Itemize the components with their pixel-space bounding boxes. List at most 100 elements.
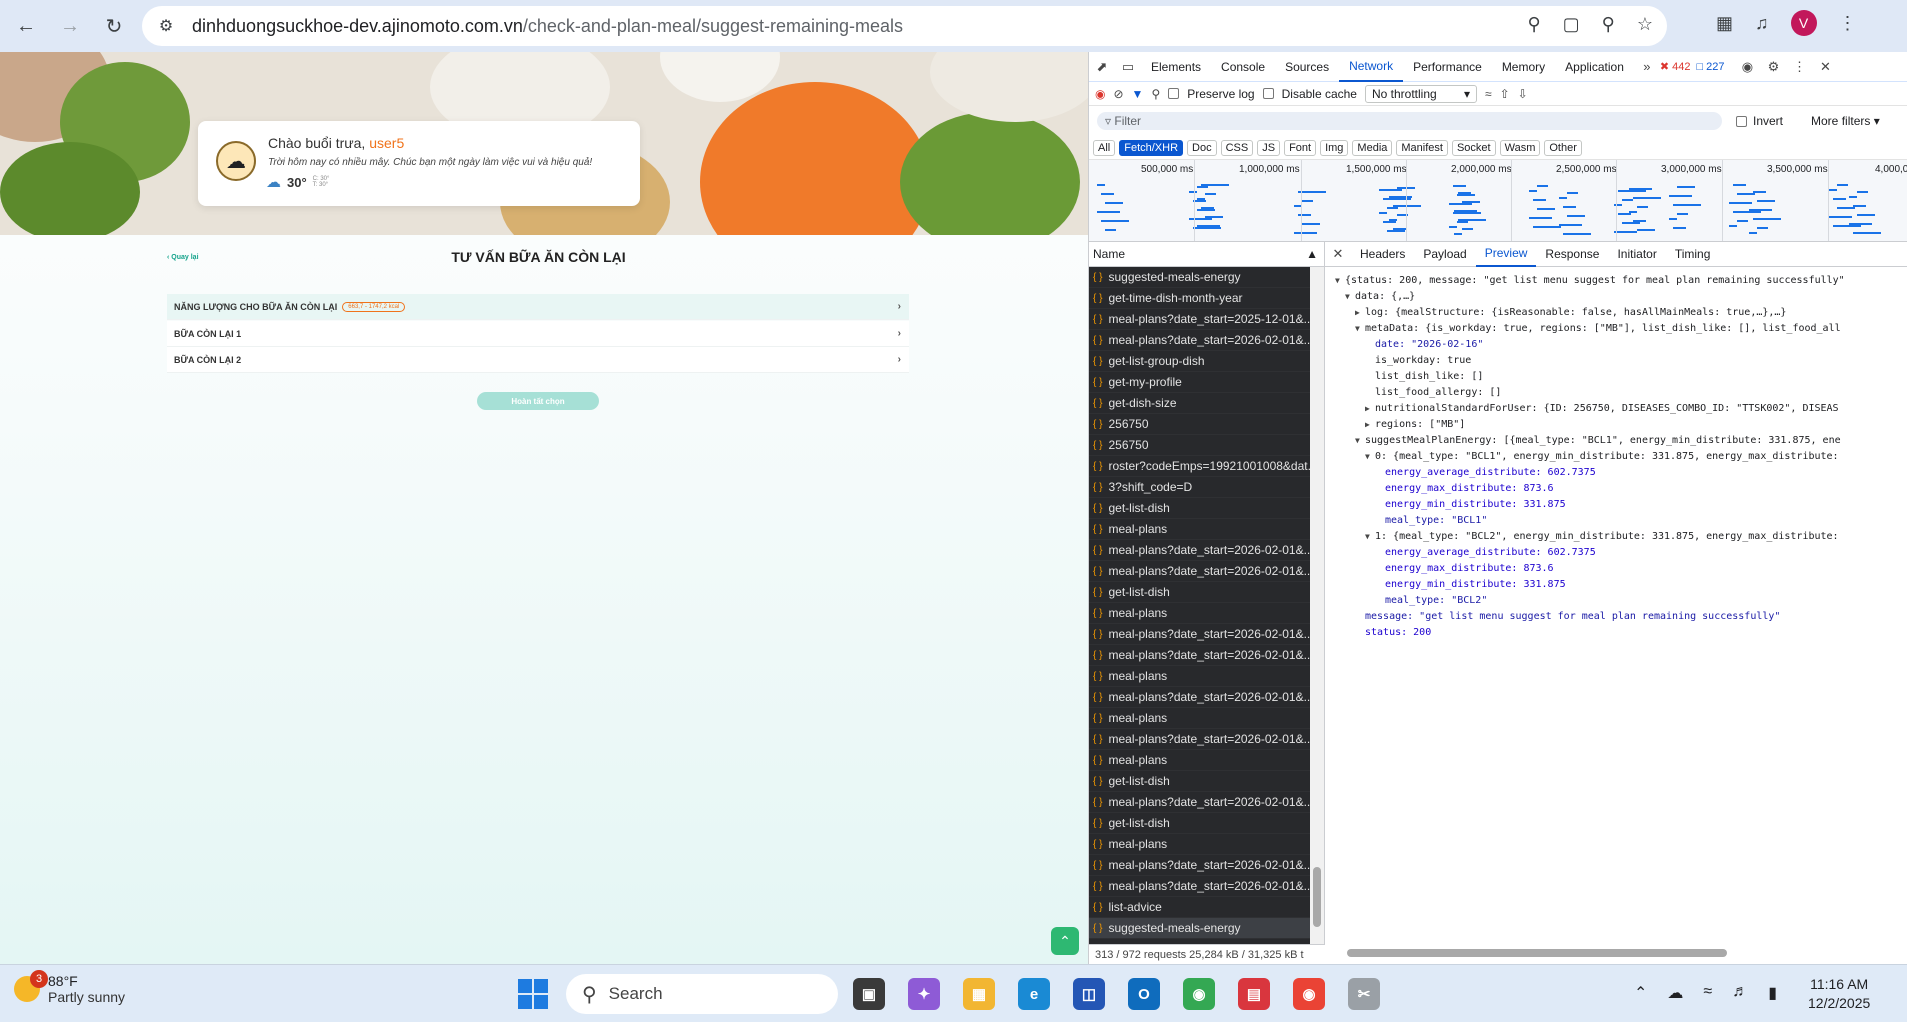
request-row[interactable]: { } 3?shift_code=D — [1089, 477, 1311, 498]
more-filters-dropdown[interactable]: More filters ▾ — [1811, 114, 1880, 128]
download-icon[interactable]: ⇩ — [1518, 87, 1528, 101]
preview-line[interactable]: ▼ data: {,…} — [1335, 289, 1907, 305]
wifi-conditions-icon[interactable]: ≈ — [1485, 87, 1492, 101]
chrome-icon[interactable]: ◉ — [1183, 978, 1215, 1010]
snipping-tool-icon[interactable]: ✂ — [1348, 978, 1380, 1010]
windows-start-icon[interactable] — [518, 979, 548, 1009]
extensions-icon[interactable]: ▦ — [1716, 13, 1733, 34]
tab-headers[interactable]: Headers — [1351, 242, 1414, 267]
install-app-icon[interactable]: ▢ — [1563, 14, 1580, 35]
filter-img[interactable]: Img — [1320, 139, 1349, 156]
request-row[interactable]: { } suggested-meals-energy — [1089, 918, 1311, 939]
settings-gear-icon[interactable]: ⚙ — [1760, 59, 1786, 75]
upload-icon[interactable]: ⇧ — [1500, 87, 1510, 101]
battery-icon[interactable]: ▮ — [1768, 983, 1777, 1003]
request-row[interactable]: { } meal-plans?date_start=2025-12-01&... — [1089, 309, 1311, 330]
address-bar[interactable]: ⚙ dinhduongsuckhoe-dev.ajinomoto.com.vn/… — [142, 6, 1667, 46]
request-row[interactable]: { } meal-plans — [1089, 603, 1311, 624]
request-row[interactable]: { } meal-plans — [1089, 750, 1311, 771]
json-preview[interactable]: ▼ {status: 200, message: "get list menu s… — [1325, 267, 1907, 641]
request-row[interactable]: { } list-advice — [1089, 897, 1311, 918]
preserve-log-checkbox[interactable] — [1168, 88, 1180, 99]
tab-memory[interactable]: Memory — [1492, 52, 1555, 82]
request-row[interactable]: { } get-list-dish — [1089, 771, 1311, 792]
preview-line[interactable]: ▼ 1: {meal_type: "BCL2", energy_min_distr… — [1335, 529, 1907, 545]
throttling-select[interactable]: No throttling ▾ — [1364, 84, 1477, 103]
request-row[interactable]: { } get-time-dish-month-year — [1089, 288, 1311, 309]
filter-wasm[interactable]: Wasm — [1499, 139, 1541, 156]
filter-media[interactable]: Media — [1352, 139, 1393, 156]
request-list-scrollbar[interactable] — [1310, 267, 1324, 944]
weather-widget[interactable]: 3 88°F Partly sunny — [14, 970, 125, 1005]
preview-line[interactable]: ▶ nutritionalStandardForUser: {ID: 256750… — [1335, 401, 1907, 417]
device-toggle-icon[interactable]: ▭ — [1115, 59, 1141, 75]
tab-timing[interactable]: Timing — [1666, 242, 1720, 267]
filter-css[interactable]: CSS — [1220, 139, 1254, 156]
close-detail-icon[interactable]: ✕ — [1325, 246, 1351, 262]
preview-line[interactable]: ▼ 0: {meal_type: "BCL1", energy_min_distr… — [1335, 449, 1907, 465]
tab-payload[interactable]: Payload — [1414, 242, 1475, 267]
request-row[interactable]: { } meal-plans?date_start=2026-02-01&... — [1089, 330, 1311, 351]
tab-performance[interactable]: Performance — [1403, 52, 1492, 82]
remote-app-icon[interactable]: ▤ — [1238, 978, 1270, 1010]
request-row[interactable]: { } meal-plans — [1089, 708, 1311, 729]
filter-all[interactable]: All — [1093, 139, 1116, 156]
warning-count[interactable]: □ 227 — [1696, 61, 1724, 73]
ai-assist-icon[interactable]: ◉ — [1734, 59, 1760, 75]
request-row[interactable]: { } get-list-dish — [1089, 813, 1311, 834]
request-row[interactable]: { } get-my-profile — [1089, 372, 1311, 393]
request-row[interactable]: { } meal-plans?date_start=2026-02-01&... — [1089, 645, 1311, 666]
copilot-icon[interactable]: ✦ — [908, 978, 940, 1010]
volume-icon[interactable]: ♬ — [1732, 983, 1748, 1003]
filter-other[interactable]: Other — [1544, 139, 1582, 156]
tab-elements[interactable]: Elements — [1141, 52, 1211, 82]
name-column-header[interactable]: Name ▲ — [1089, 242, 1324, 267]
request-row[interactable]: { } meal-plans — [1089, 834, 1311, 855]
tab-response[interactable]: Response — [1536, 242, 1608, 267]
preview-line[interactable]: ▶ log: {mealStructure: {isReasonable: fal… — [1335, 305, 1907, 321]
back-arrow-icon[interactable]: ← — [8, 8, 44, 44]
file-explorer-icon[interactable]: ▦ — [963, 978, 995, 1010]
inspect-icon[interactable]: ⬈ — [1089, 59, 1115, 75]
filter-manifest[interactable]: Manifest — [1396, 139, 1448, 156]
section-remaining-meal-1[interactable]: BỮA CÒN LẠI 1 › — [167, 321, 909, 347]
request-row[interactable]: { } meal-plans?date_start=2026-02-01&... — [1089, 876, 1311, 897]
filter-font[interactable]: Font — [1284, 139, 1317, 156]
request-row[interactable]: { } meal-plans?date_start=2026-02-01&... — [1089, 687, 1311, 708]
tab-initiator[interactable]: Initiator — [1608, 242, 1665, 267]
menu-kebab-icon[interactable]: ⋮ — [1839, 13, 1857, 34]
request-row[interactable]: { } meal-plans — [1089, 519, 1311, 540]
kebab-menu-icon[interactable]: ⋮ — [1786, 59, 1812, 75]
request-row[interactable]: { } get-list-dish — [1089, 498, 1311, 519]
network-timeline-overview[interactable]: 500,000 ms 1,000,000 ms 1,500,000 ms 2,0… — [1089, 160, 1907, 242]
disable-cache-checkbox[interactable] — [1262, 88, 1274, 99]
request-row[interactable]: { } suggested-meals-energy — [1089, 267, 1311, 288]
zoom-icon[interactable]: ⚲ — [1602, 14, 1615, 35]
system-clock[interactable]: 11:16 AM 12/2/2025 — [1808, 975, 1870, 1013]
section-energy[interactable]: NĂNG LƯỢNG CHO BỮA ĂN CÒN LẠI 663,7 - 17… — [167, 294, 909, 320]
tab-console[interactable]: Console — [1211, 52, 1275, 82]
close-icon[interactable]: ✕ — [1812, 59, 1838, 75]
tab-network[interactable]: Network — [1339, 52, 1404, 82]
location-icon[interactable]: ⚲ — [1527, 14, 1540, 35]
taskbar-search[interactable]: ⚲ Search — [566, 974, 838, 1014]
url-text[interactable]: dinhduongsuckhoe-dev.ajinomoto.com.vn/ch… — [192, 16, 903, 37]
filter-icon[interactable]: ▼ — [1132, 87, 1144, 101]
preview-line[interactable]: ▼ {status: 200, message: "get list menu s… — [1335, 273, 1907, 289]
tab-sources[interactable]: Sources — [1275, 52, 1339, 82]
reload-icon[interactable]: ↻ — [96, 8, 132, 44]
request-row[interactable]: { } 256750 — [1089, 435, 1311, 456]
request-row[interactable]: { } roster?codeEmps=19921001008&dat... — [1089, 456, 1311, 477]
request-row[interactable]: { } meal-plans?date_start=2026-02-01&... — [1089, 729, 1311, 750]
filter-js[interactable]: JS — [1257, 139, 1281, 156]
filter-socket[interactable]: Socket — [1451, 139, 1496, 156]
chevron-up-icon[interactable]: ⌃ — [1634, 983, 1647, 1003]
search-icon[interactable]: ⚲ — [1151, 87, 1160, 101]
tab-preview[interactable]: Preview — [1475, 242, 1537, 267]
preview-line[interactable]: ▶ regions: ["MB"] — [1335, 417, 1907, 433]
profile-avatar[interactable]: V — [1790, 10, 1817, 36]
request-row[interactable]: { } meal-plans?date_start=2026-02-01&... — [1089, 540, 1311, 561]
record-icon[interactable]: ◉ — [1095, 87, 1105, 101]
filter-doc[interactable]: Doc — [1187, 139, 1217, 156]
store-icon[interactable]: ◫ — [1073, 978, 1105, 1010]
